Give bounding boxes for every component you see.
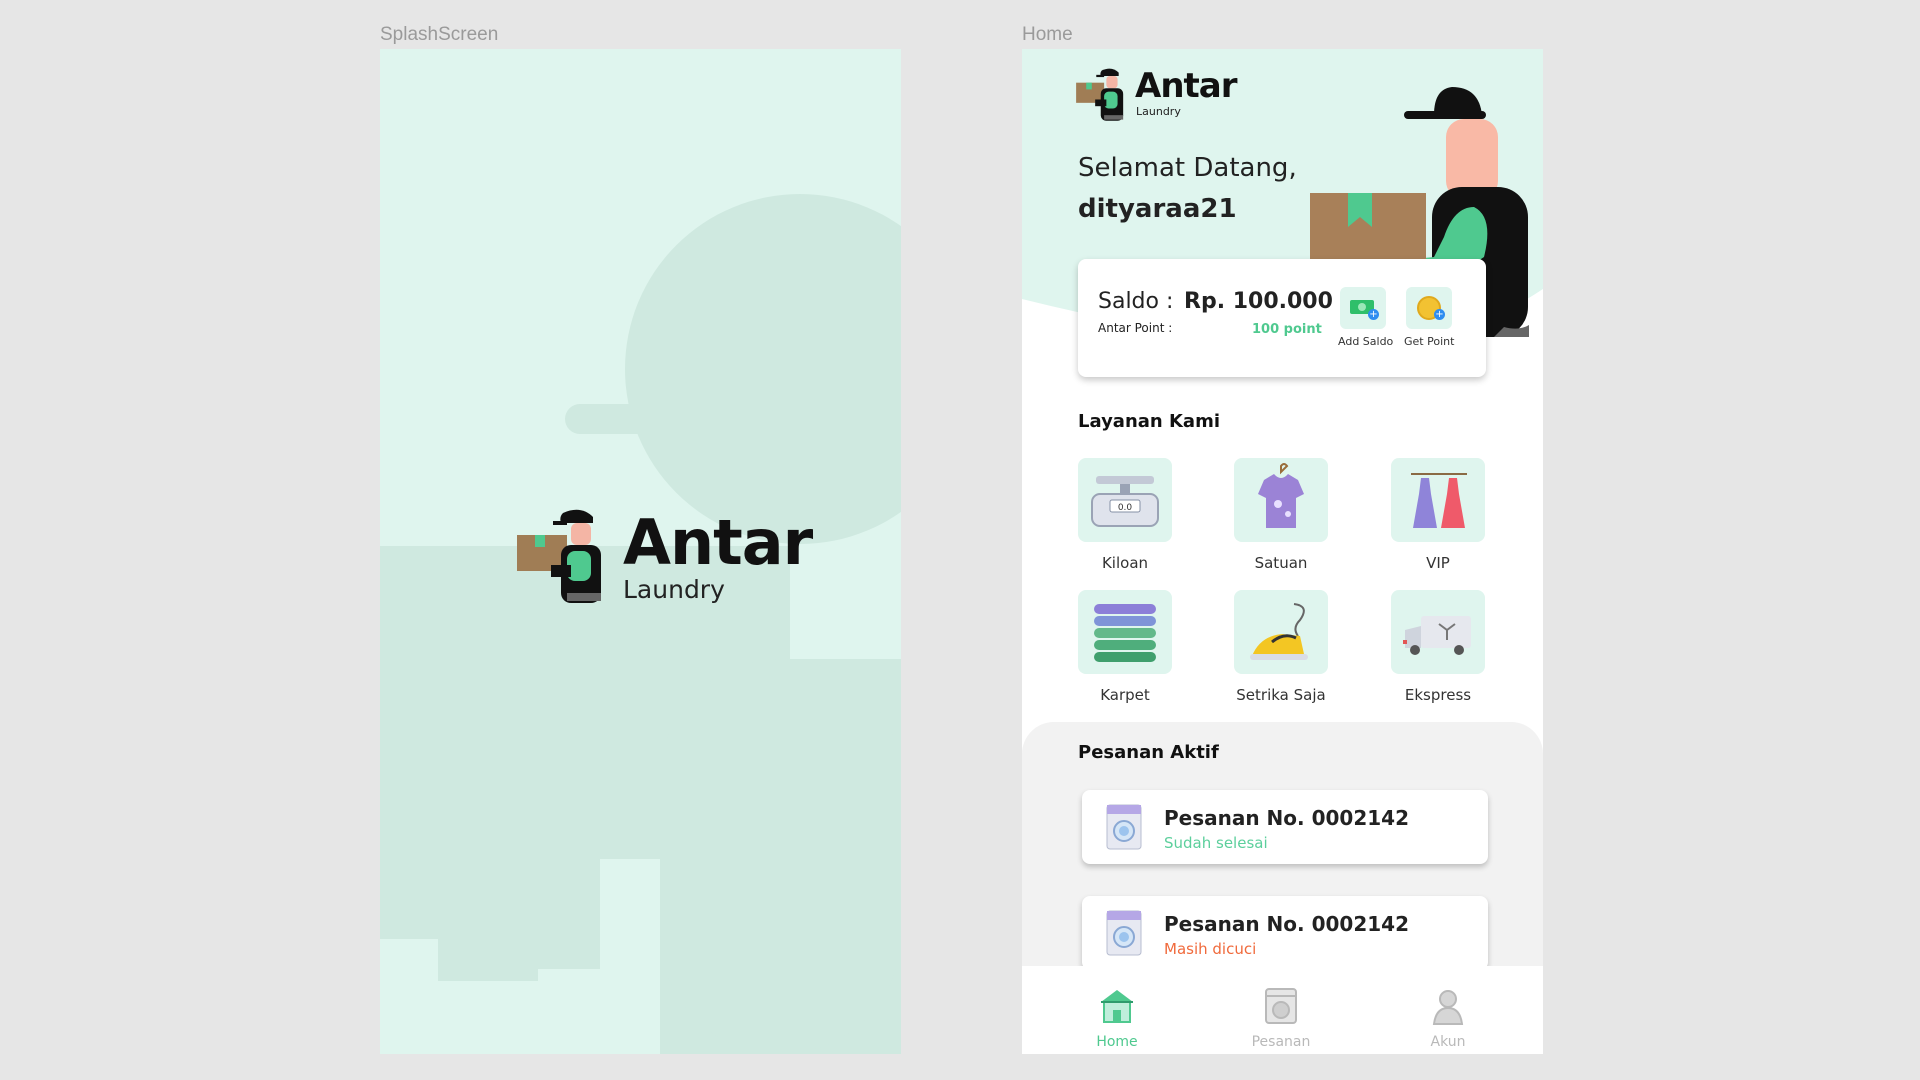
cash-plus-icon: + [1340,287,1386,329]
order-title: Pesanan No. 0002142 [1164,912,1410,936]
balance-card: Saldo : Rp. 100.000 Antar Point : 100 po… [1078,259,1486,377]
add-saldo-label: Add Saldo [1338,335,1394,348]
service-label: Karpet [1100,686,1150,704]
service-label: VIP [1426,554,1450,572]
antar-point-label: Antar Point : [1098,321,1173,335]
delivery-van-icon [1391,590,1485,674]
home-screen: Antar Laundry Selamat Datang, dityaraa21… [1022,49,1543,1054]
home-store-icon [1101,990,1133,1023]
nav-label: Home [1096,1034,1138,1050]
tshirt-icon [1234,458,1328,542]
nav-pesanan[interactable]: Pesanan [1241,986,1321,1050]
washing-machine-icon [1265,988,1297,1024]
service-label: Kiloan [1101,554,1149,572]
service-ekspress[interactable]: Ekspress [1390,590,1486,704]
service-label: Satuan [1254,554,1308,572]
order-title: Pesanan No. 0002142 [1164,806,1410,830]
order-card[interactable]: Pesanan No. 0002142 Masih dicuci [1082,896,1488,970]
home-logo-subtitle: Laundry [1136,105,1181,118]
courier-logo-icon [517,509,601,603]
nav-akun[interactable]: Akun [1408,986,1488,1050]
nav-home[interactable]: Home [1077,986,1157,1050]
svg-text:0.0: 0.0 [1118,503,1133,513]
get-point-button[interactable]: + Get Point [1404,287,1454,348]
carpet-stack-icon [1078,590,1172,674]
service-satuan[interactable]: Satuan [1233,458,1329,572]
nav-label: Akun [1430,1034,1466,1050]
get-point-label: Get Point [1404,335,1455,348]
splash-logo-title: Antar [623,506,813,579]
home-frame-label: Home [1022,24,1073,45]
username-text: dityaraa21 [1078,194,1237,224]
saldo-label: Saldo : [1098,289,1174,314]
service-vip[interactable]: VIP [1390,458,1486,572]
order-card[interactable]: Pesanan No. 0002142 Sudah selesai [1082,790,1488,864]
home-logo-icon [1076,68,1124,121]
dress-icon [1391,458,1485,542]
splash-screen: Antar Laundry [380,49,901,1054]
iron-icon [1234,590,1328,674]
nav-label: Pesanan [1251,1034,1311,1050]
coin-plus-icon: + [1406,287,1452,329]
greeting-text: Selamat Datang, [1078,153,1297,183]
service-label: Ekspress [1404,686,1472,704]
saldo-value: Rp. 100.000 [1184,289,1333,314]
splash-frame-label: SplashScreen [380,24,499,45]
service-label: Setrika Saja [1236,686,1326,704]
home-logo-title: Antar [1135,66,1237,106]
add-saldo-button[interactable]: + Add Saldo [1338,287,1394,348]
antar-point-value: 100 point [1252,322,1322,337]
splash-logo-subtitle: Laundry [623,575,725,604]
service-kiloan[interactable]: 0.0 Kiloan [1077,458,1173,572]
order-status: Sudah selesai [1164,834,1268,852]
user-icon [1432,990,1464,1025]
scale-icon: 0.0 [1078,458,1172,542]
services-heading: Layanan Kami [1078,411,1221,432]
washing-machine-icon [1106,804,1142,850]
orders-heading: Pesanan Aktif [1078,742,1219,763]
washing-machine-icon [1106,910,1142,956]
order-status: Masih dicuci [1164,940,1257,958]
service-karpet[interactable]: Karpet [1077,590,1173,704]
service-setrika-saja[interactable]: Setrika Saja [1233,590,1329,704]
bottom-nav: Home Pesanan Akun [1022,966,1543,1054]
